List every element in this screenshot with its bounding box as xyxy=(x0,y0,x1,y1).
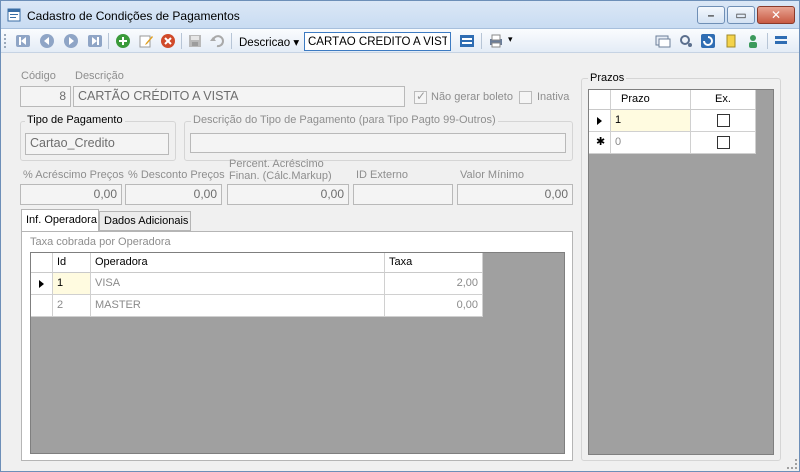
id-externo-field[interactable] xyxy=(353,184,453,205)
minimize-icon: – xyxy=(707,8,715,22)
save-icon[interactable] xyxy=(187,33,203,49)
print-menu-chevron-icon[interactable]: ▾ xyxy=(508,34,513,45)
desconto-precos-label: % Desconto Preços xyxy=(128,169,225,181)
table-cell-taxa[interactable]: 2,00 xyxy=(385,273,483,295)
inf-operadora-panel: Taxa cobrada por Operadora Id Operadora … xyxy=(21,231,573,461)
title-bar[interactable]: Cadastro de Condições de Pagamentos – ▭ … xyxy=(1,1,799,29)
descricao-tipo-field[interactable] xyxy=(190,133,566,153)
row-header[interactable]: ✱ xyxy=(589,132,611,154)
add-icon[interactable] xyxy=(115,33,131,49)
tab-inf-operadora[interactable]: Inf. Operadora xyxy=(21,209,99,231)
maximize-icon: ▭ xyxy=(735,8,747,22)
prazos-grid[interactable]: Prazo Ex. 1 ✱ 0 xyxy=(588,89,774,455)
codigo-label: Código xyxy=(21,70,56,82)
table-cell-prazo[interactable]: 1 xyxy=(611,110,691,132)
desconto-precos-field[interactable]: 0,00 xyxy=(125,184,222,205)
row-header[interactable] xyxy=(31,295,53,317)
descricao-tipo-title: Descrição do Tipo de Pagamento (para Tip… xyxy=(191,114,498,126)
menu-icon[interactable] xyxy=(773,33,789,49)
valor-minimo-field[interactable]: 0,00 xyxy=(457,184,573,205)
search-grid-icon[interactable] xyxy=(459,33,475,49)
app-icon xyxy=(7,8,21,22)
chevron-down-icon: ▾ xyxy=(293,37,300,49)
row-header[interactable] xyxy=(31,273,53,295)
descricao-label: Descrição xyxy=(75,70,124,82)
column-header-taxa[interactable]: Taxa xyxy=(385,253,483,273)
id-externo-label: ID Externo xyxy=(356,169,408,181)
table-cell-operadora[interactable]: VISA xyxy=(91,273,385,295)
edit-icon[interactable] xyxy=(138,33,154,49)
operadora-grid[interactable]: Id Operadora Taxa 1 VISA 2,00 2 MASTER 0… xyxy=(30,252,565,454)
cancel-icon[interactable] xyxy=(160,33,176,49)
column-header-id[interactable]: Id xyxy=(53,253,91,273)
current-row-arrow-icon xyxy=(597,117,602,125)
row-header[interactable] xyxy=(589,110,611,132)
minimize-button[interactable]: – xyxy=(697,6,725,24)
user-icon[interactable] xyxy=(745,33,761,49)
next-record-icon[interactable] xyxy=(63,33,79,49)
table-cell-operadora[interactable]: MASTER xyxy=(91,295,385,317)
percent-acrescimo-field[interactable]: 0,00 xyxy=(227,184,349,205)
last-record-icon[interactable] xyxy=(87,33,103,49)
new-row-icon: ✱ xyxy=(596,136,606,148)
acrescimo-precos-field[interactable]: 0,00 xyxy=(20,184,122,205)
table-cell-prazo[interactable]: 0 xyxy=(611,132,691,154)
nao-gerar-boleto-label: Não gerar boleto xyxy=(431,91,513,103)
percent-acrescimo-label-2: Finan. (Cálc.Markup) xyxy=(229,170,332,182)
column-header-operadora[interactable]: Operadora xyxy=(91,253,385,273)
table-cell-ex[interactable] xyxy=(691,132,756,154)
tab-dados-adicionais[interactable]: Dados Adicionais xyxy=(99,211,191,231)
percent-acrescimo-label-1: Percent. Acréscimo xyxy=(229,158,324,170)
note-icon[interactable] xyxy=(723,33,739,49)
refresh-icon[interactable] xyxy=(700,33,716,49)
search-field-selector[interactable]: Descricao ▾ xyxy=(239,35,299,49)
table-cell-taxa[interactable]: 0,00 xyxy=(385,295,483,317)
ex-checkbox[interactable] xyxy=(717,136,730,149)
codigo-field[interactable]: 8 xyxy=(20,86,71,107)
close-window-button[interactable]: ✕ xyxy=(757,6,795,24)
search-field-label: Descricao xyxy=(239,37,291,49)
tipo-pagamento-title: Tipo de Pagamento xyxy=(25,114,125,126)
inativa-checkbox[interactable] xyxy=(519,91,532,104)
acrescimo-precos-label: % Acréscimo Preços xyxy=(23,169,124,181)
settings-icon[interactable] xyxy=(678,33,694,49)
toolbar-separator xyxy=(181,33,182,49)
print-icon[interactable] xyxy=(488,33,504,49)
toolbar: Descricao ▾ ▾ xyxy=(1,29,799,53)
inativa-label: Inativa xyxy=(537,91,570,103)
close-icon: ✕ xyxy=(770,8,782,22)
valor-minimo-label: Valor Mínimo xyxy=(460,169,524,181)
window-list-icon[interactable] xyxy=(655,33,671,49)
first-record-icon[interactable] xyxy=(15,33,31,49)
descricao-tipo-group: Descrição do Tipo de Pagamento (para Tip… xyxy=(184,114,573,161)
operadora-caption: Taxa cobrada por Operadora xyxy=(30,236,171,248)
toolbar-separator xyxy=(231,33,232,49)
current-row-arrow-icon xyxy=(39,280,44,288)
prazos-group: Prazos Prazo Ex. 1 ✱ 0 xyxy=(581,72,781,461)
toolbar-grip[interactable] xyxy=(4,34,6,48)
tipo-pagamento-select[interactable]: Cartao_Credito xyxy=(25,133,169,155)
grid-corner-header xyxy=(31,253,53,273)
descricao-field[interactable]: CARTÃO CRÉDITO A VISTA xyxy=(73,86,405,107)
previous-record-icon[interactable] xyxy=(39,33,55,49)
prazos-title: Prazos xyxy=(588,72,627,84)
column-header-ex[interactable]: Ex. xyxy=(691,90,756,110)
table-cell-id[interactable]: 1 xyxy=(53,273,91,295)
toolbar-separator xyxy=(481,33,482,49)
toolbar-separator xyxy=(767,33,768,49)
nao-gerar-boleto-checkbox[interactable] xyxy=(414,89,427,104)
resize-grip[interactable] xyxy=(787,459,797,469)
toolbar-separator xyxy=(108,33,109,49)
undo-icon[interactable] xyxy=(209,33,225,49)
table-cell-ex[interactable] xyxy=(691,110,756,132)
tipo-pagamento-group: Tipo de Pagamento Cartao_Credito xyxy=(20,114,176,161)
window-title: Cadastro de Condições de Pagamentos xyxy=(27,9,240,23)
ex-checkbox[interactable] xyxy=(717,114,730,127)
search-input[interactable] xyxy=(304,32,451,51)
main-window: Cadastro de Condições de Pagamentos – ▭ … xyxy=(0,0,800,472)
table-cell-id[interactable]: 2 xyxy=(53,295,91,317)
maximize-button[interactable]: ▭ xyxy=(727,6,755,24)
column-header-prazo[interactable]: Prazo xyxy=(611,90,691,110)
grid-corner-header xyxy=(589,90,611,110)
